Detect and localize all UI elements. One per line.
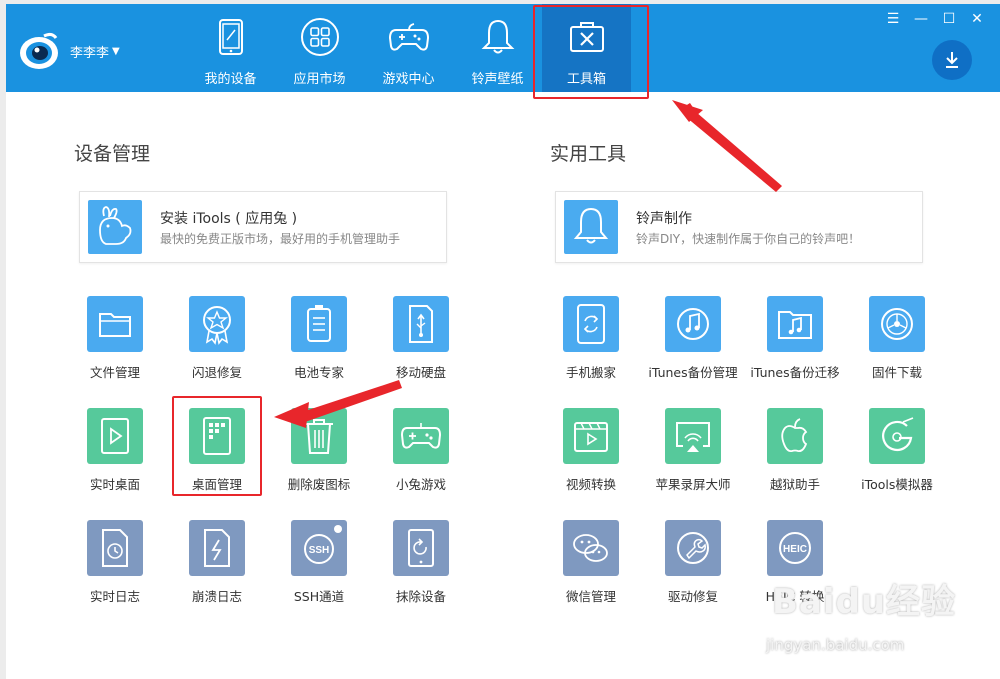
download-button[interactable] <box>932 40 972 80</box>
tab-ringtone-wallpaper[interactable]: 铃声壁纸 <box>453 4 542 92</box>
tool-label: 移动硬盘 <box>395 365 446 380</box>
bell-icon <box>564 200 618 254</box>
window-controls: ☰ — ☐ ✕ <box>886 11 984 27</box>
emulator-icon <box>869 408 925 464</box>
banner-description: 最快的免费正版市场，最好用的手机管理助手 <box>160 232 401 246</box>
section-title-device-management: 设备管理 <box>74 143 151 165</box>
badge-icon <box>189 296 245 352</box>
wrench-icon <box>665 520 721 576</box>
menu-icon[interactable]: ☰ <box>886 11 900 27</box>
ssh-icon: SSH <box>291 520 347 576</box>
banner-description: 铃声DIY，快速制作属于你自己的铃声吧！ <box>636 232 861 246</box>
clock-doc-icon <box>87 520 143 576</box>
gamepad-icon <box>393 408 449 464</box>
bell-icon <box>477 16 519 58</box>
tab-app-market[interactable]: 应用市场 <box>275 4 364 92</box>
minimize-icon[interactable]: — <box>914 11 928 27</box>
usb-drive-icon <box>393 296 449 352</box>
tool-erase-device[interactable]: 抹除设备 <box>366 520 476 616</box>
lightning-doc-icon <box>189 520 245 576</box>
caret-down-icon[interactable]: ▼ <box>112 46 120 57</box>
watermark-sub: jingyan.baidu.com <box>766 636 905 654</box>
rabbit-icon <box>88 200 142 254</box>
airplay-icon <box>665 408 721 464</box>
itools-logo-icon <box>20 32 58 69</box>
itools-window: 李李李 ▼ 我的设备 应用市场 游戏中心 铃声壁纸 工具箱 ☰ — ☐ ✕ 设备… <box>6 4 1000 679</box>
maximize-icon[interactable]: ☐ <box>942 11 956 27</box>
banner-install-itools[interactable]: 安装 iTools ( 应用兔 ) 最快的免费正版市场，最好用的手机管理助手 <box>79 191 447 263</box>
heic-icon-text: HEIC <box>783 544 807 555</box>
tab-my-device[interactable]: 我的设备 <box>186 4 275 92</box>
tool-heic-convert[interactable]: HEIC HEIC 转换 <box>740 520 850 616</box>
tab-label: 铃声壁纸 <box>471 72 524 87</box>
banner-title: 铃声制作 <box>636 211 692 227</box>
banner-ringtone-maker[interactable]: 铃声制作 铃声DIY，快速制作属于你自己的铃声吧！ <box>555 191 923 263</box>
folder-icon <box>87 296 143 352</box>
apps-grid-icon <box>299 16 341 58</box>
music-circle-icon <box>665 296 721 352</box>
tab-label: 游戏中心 <box>382 72 435 87</box>
heic-icon: HEIC <box>767 520 823 576</box>
tool-label: iTools模拟器 <box>861 477 933 492</box>
phone-transfer-icon <box>563 296 619 352</box>
tab-label: 工具箱 <box>566 72 606 87</box>
banner-title: 安装 iTools ( 应用兔 ) <box>160 211 298 227</box>
video-icon <box>563 408 619 464</box>
title-bar: 李李李 ▼ 我的设备 应用市场 游戏中心 铃声壁纸 工具箱 ☰ — ☐ ✕ <box>6 4 1000 92</box>
section-title-utilities: 实用工具 <box>550 143 627 165</box>
username: 李李李 <box>70 45 110 61</box>
apple-icon <box>767 408 823 464</box>
close-icon[interactable]: ✕ <box>970 11 984 27</box>
user-profile[interactable]: 李李李 ▼ <box>16 30 120 72</box>
tool-label: 抹除设备 <box>395 589 446 604</box>
tab-label: 我的设备 <box>204 72 257 87</box>
tab-game-center[interactable]: 游戏中心 <box>364 4 453 92</box>
trash-icon <box>291 408 347 464</box>
tablet-icon <box>210 16 252 58</box>
tab-label: 应用市场 <box>293 72 346 87</box>
tool-label: 固件下载 <box>871 365 922 380</box>
toolbox-icon <box>566 16 608 58</box>
gamepad-icon <box>388 16 430 58</box>
ssh-icon-text: SSH <box>309 545 330 556</box>
play-icon <box>87 408 143 464</box>
desktop-grid-icon <box>189 408 245 464</box>
erase-icon <box>393 520 449 576</box>
tool-rabbit-games[interactable]: 小兔游戏 <box>366 408 476 504</box>
arrow-to-toolbox-icon <box>682 103 782 192</box>
tool-firmware-download[interactable]: 固件下载 <box>842 296 952 392</box>
battery-icon <box>291 296 347 352</box>
tab-toolbox[interactable]: 工具箱 <box>542 4 631 92</box>
wechat-icon <box>563 520 619 576</box>
tool-label: 小兔游戏 <box>395 477 446 492</box>
firmware-icon <box>869 296 925 352</box>
music-folder-icon <box>767 296 823 352</box>
tool-mobile-drive[interactable]: 移动硬盘 <box>366 296 476 392</box>
tool-label: HEIC 转换 <box>765 589 825 604</box>
download-icon <box>946 52 958 68</box>
arrowhead-toolbox-icon <box>672 100 703 122</box>
tool-itools-emulator[interactable]: iTools模拟器 <box>842 408 952 504</box>
